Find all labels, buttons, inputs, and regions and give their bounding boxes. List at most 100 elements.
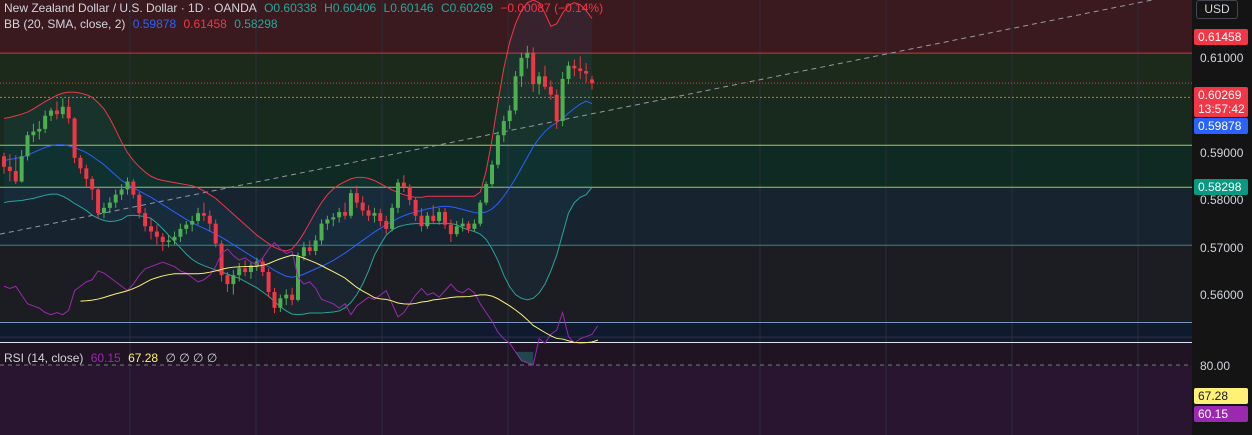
candle-body xyxy=(572,65,577,69)
ohlc-low: L0.60146 xyxy=(383,1,434,15)
candle-body xyxy=(60,106,65,115)
candle-body xyxy=(231,275,236,285)
currency-button[interactable]: USD xyxy=(1196,0,1238,19)
candle-body xyxy=(531,52,536,85)
candle-body xyxy=(172,236,177,241)
candle-body xyxy=(278,298,283,308)
candle-body xyxy=(49,110,54,116)
candle-body xyxy=(101,207,106,214)
price-zone xyxy=(0,245,1192,323)
candle-body xyxy=(419,215,424,227)
candle-body xyxy=(384,220,389,229)
price-zone xyxy=(0,97,1192,146)
candle-body xyxy=(260,261,265,273)
candle-body xyxy=(548,86,553,95)
price-tick: 0.56000 xyxy=(1200,288,1244,302)
candle-body xyxy=(84,168,89,179)
price-tick: 0.58000 xyxy=(1200,193,1244,207)
candle-body xyxy=(213,223,218,244)
candle-body xyxy=(113,194,118,203)
candle-body xyxy=(513,76,518,111)
candle-body xyxy=(31,131,36,136)
candle-body xyxy=(143,213,148,227)
bb-legend: BB (20, SMA, close, 2) 0.59878 0.61458 0… xyxy=(4,16,282,32)
candle-body xyxy=(490,164,495,185)
bb-lower-value: 0.58298 xyxy=(234,17,278,31)
candle-body xyxy=(196,213,201,221)
candle-body xyxy=(219,243,224,276)
candle-body xyxy=(90,178,95,190)
symbol-legend: New Zealand Dollar / U.S. Dollar · 1D · … xyxy=(4,0,607,16)
bb-label[interactable]: BB (20, SMA, close, 2) xyxy=(4,17,125,31)
candle-body xyxy=(125,181,130,190)
candle-body xyxy=(337,212,342,218)
rsi-legend: RSI (14, close) 60.15 67.28 ∅ ∅ ∅ ∅ xyxy=(4,350,221,366)
candle-body xyxy=(307,247,312,251)
candle-body xyxy=(43,115,48,129)
candle-body xyxy=(542,76,547,87)
candle-body xyxy=(243,268,248,273)
candle-body xyxy=(290,294,295,300)
candle-body xyxy=(443,212,447,225)
candle-body xyxy=(395,182,400,208)
rsi-ma-value: 67.28 xyxy=(128,351,159,365)
bb-upper-tag: 0.61458 xyxy=(1194,29,1248,45)
candle-body xyxy=(407,186,412,200)
symbol-title[interactable]: New Zealand Dollar / U.S. Dollar · 1D · … xyxy=(4,1,257,15)
candle-body xyxy=(19,156,24,182)
candle-body xyxy=(343,212,348,216)
last-price-tag: 0.60269 13:57:42 xyxy=(1194,87,1248,117)
candle-body xyxy=(584,71,589,74)
candle-body xyxy=(78,157,83,169)
rsi-extras: ∅ ∅ ∅ ∅ xyxy=(165,351,218,365)
bb-upper-value: 0.61458 xyxy=(183,17,227,31)
candle-body xyxy=(131,181,136,195)
candle-body xyxy=(313,240,318,251)
candle-body xyxy=(149,226,153,232)
candle-body xyxy=(331,217,336,220)
candle-body xyxy=(590,79,594,84)
rsi-band xyxy=(0,365,1192,435)
price-zone xyxy=(0,53,1192,98)
candle-body xyxy=(501,121,506,136)
candle-body xyxy=(507,110,512,122)
candle-body xyxy=(390,207,395,229)
ohlc-open: O0.60338 xyxy=(264,1,317,15)
candle-body xyxy=(184,224,189,229)
candle-body xyxy=(431,215,436,221)
candle-body xyxy=(348,193,353,216)
candle-body xyxy=(178,228,183,237)
candle-body xyxy=(266,272,271,293)
ohlc-change: −0.00087 (−0.14%) xyxy=(500,1,604,15)
candle-body xyxy=(454,226,459,235)
candle-body xyxy=(13,171,18,182)
candle-body xyxy=(495,135,500,165)
candle-body xyxy=(7,166,12,171)
candle-body xyxy=(154,231,159,237)
chart-canvas[interactable] xyxy=(0,0,1252,435)
candle-body xyxy=(425,215,430,227)
candle-body xyxy=(166,240,171,243)
rsi-label[interactable]: RSI (14, close) xyxy=(4,351,83,365)
candle-body xyxy=(437,212,442,221)
candle-body xyxy=(319,223,324,241)
candle-body xyxy=(478,202,483,224)
candle-body xyxy=(354,193,359,203)
candle-body xyxy=(360,202,365,211)
candle-body xyxy=(413,199,418,216)
candle-body xyxy=(401,182,406,187)
price-tick: 0.57000 xyxy=(1200,241,1244,255)
candle-body xyxy=(2,156,6,167)
candle-body xyxy=(484,184,489,203)
rsi-value: 60.15 xyxy=(90,351,121,365)
candle-body xyxy=(72,118,77,158)
candle-body xyxy=(237,268,242,276)
candle-body xyxy=(37,128,42,132)
candle-body xyxy=(578,68,583,72)
ohlc-close: C0.60269 xyxy=(440,1,493,15)
candle-body xyxy=(554,94,559,122)
bb-basis-value: 0.59878 xyxy=(132,17,177,31)
last-price-value: 0.60269 xyxy=(1198,88,1242,102)
bb-basis-tag: 0.59878 xyxy=(1194,118,1248,134)
candle-body xyxy=(284,294,289,299)
